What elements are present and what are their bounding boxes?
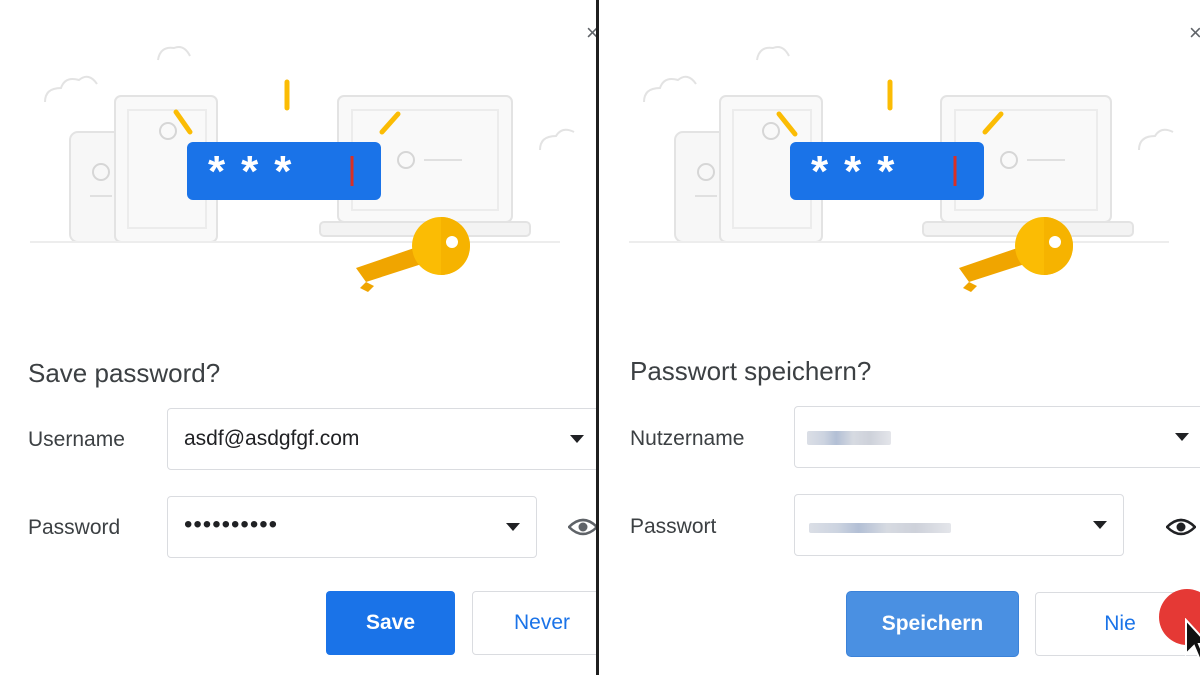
eye-icon[interactable] — [1166, 518, 1196, 536]
never-button[interactable]: Never — [472, 591, 597, 655]
username-field[interactable]: asdf@asdgfgf.com — [167, 408, 597, 470]
save-password-dialog-en: *** × Save password? Username asdf@asdgf… — [0, 0, 597, 675]
password-illustration: *** — [629, 46, 1174, 292]
eye-icon[interactable] — [568, 518, 597, 536]
username-value: asdf@asdgfgf.com — [184, 427, 360, 450]
save-button[interactable]: Speichern — [847, 592, 1018, 656]
dialog-title: Save password? — [28, 358, 221, 388]
mouse-pointer-icon — [1185, 618, 1200, 662]
save-password-dialog-de: *** × Passwort speichern? Nutzername Pas… — [599, 0, 1200, 675]
password-field[interactable] — [794, 494, 1124, 556]
password-value: •••••••••• — [184, 511, 279, 538]
password-illustration: *** — [30, 46, 575, 292]
chevron-down-icon[interactable] — [570, 435, 584, 443]
dialog-title: Passwort speichern? — [630, 356, 872, 386]
close-icon[interactable]: × — [1189, 22, 1200, 44]
username-field[interactable] — [794, 406, 1200, 468]
password-label: Password — [28, 516, 121, 539]
password-field[interactable]: •••••••••• — [167, 496, 537, 558]
chevron-down-icon[interactable] — [506, 523, 520, 531]
username-label: Username — [28, 428, 125, 451]
blurred-password — [809, 523, 951, 533]
blurred-username — [807, 431, 891, 445]
save-button[interactable]: Save — [326, 591, 455, 655]
chevron-down-icon[interactable] — [1093, 521, 1107, 529]
password-label: Passwort — [630, 515, 717, 538]
password-illustration-text: *** — [208, 147, 307, 196]
password-illustration-text: *** — [811, 147, 910, 196]
username-label: Nutzername — [630, 427, 745, 450]
chevron-down-icon[interactable] — [1175, 433, 1189, 441]
